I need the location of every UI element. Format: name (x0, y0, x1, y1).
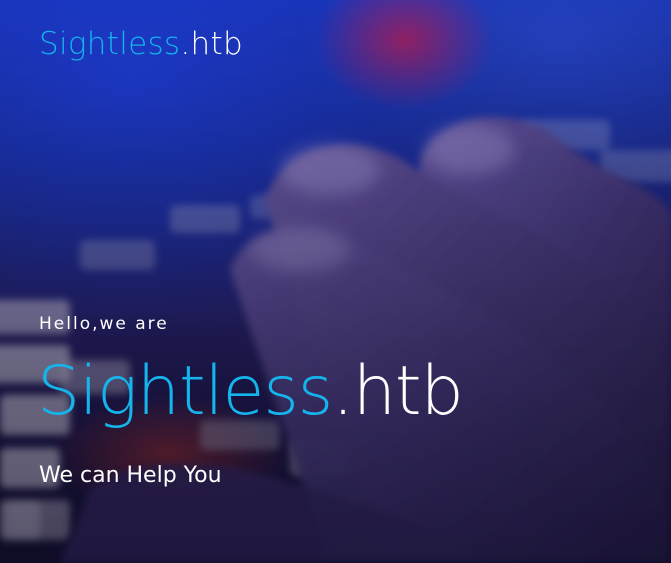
hero-title-suffix: .htb (332, 352, 464, 431)
logo-brand-name: Sightless (39, 26, 181, 62)
hero-title: Sightless.htb (37, 352, 464, 431)
hero-greeting: Hello,we are (39, 314, 169, 334)
logo-brand-suffix: .htb (180, 26, 243, 62)
hero-tagline: We can Help You (39, 463, 222, 488)
hero-title-name: Sightless (37, 352, 333, 431)
hero-section: Sightless.htb Hello,we are Sightless.htb… (0, 0, 671, 563)
site-logo[interactable]: Sightless.htb (39, 26, 243, 62)
